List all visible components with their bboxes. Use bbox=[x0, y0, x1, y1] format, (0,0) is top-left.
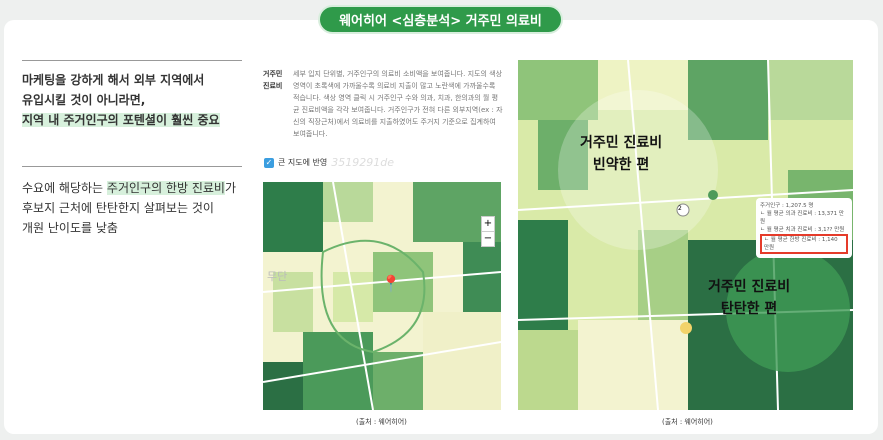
zoom-in-button[interactable]: + bbox=[482, 217, 494, 231]
text-line: 마케팅을 강하게 해서 외부 지역에서 bbox=[22, 73, 205, 87]
text: 수요에 해당하는 bbox=[22, 181, 107, 195]
zoom-out-button[interactable]: − bbox=[482, 231, 494, 246]
zoom-control: + − bbox=[481, 216, 495, 247]
text-line: 유입시킬 것이 아니라면, bbox=[22, 93, 146, 107]
description-label: 거주민 진료비 bbox=[263, 70, 283, 90]
page-title: 웨어히어 <심층분석> 거주민 의료비 bbox=[318, 5, 563, 34]
highlight-text: 주거인구의 한방 진료비 bbox=[106, 181, 225, 195]
highlight-text: 지역 내 주거인구의 포텐셜이 훨씬 중요 bbox=[22, 113, 220, 127]
checkbox-checked-icon[interactable]: ✓ bbox=[264, 157, 274, 168]
small-map-regions bbox=[263, 182, 501, 410]
checkbox-label: 큰 지도에 반영 bbox=[278, 158, 328, 167]
left-paragraph-2: 수요에 해당하는 주거인구의 한방 진료비가 후보지 근처에 탄탄한지 살펴보는… bbox=[22, 178, 236, 238]
weak-area-label: 거주민 진료비빈약한 편 bbox=[580, 132, 662, 176]
label-line: 빈약한 편 bbox=[592, 157, 650, 173]
label-line: 탄탄한 편 bbox=[720, 301, 778, 317]
strong-area-label: 거주민 진료비탄탄한 편 bbox=[708, 276, 790, 320]
text-line: 개원 난이도를 낮춤 bbox=[22, 221, 118, 235]
location-pin-icon[interactable]: 📍 bbox=[381, 274, 401, 293]
small-map[interactable]: + − 📍 무단 bbox=[263, 182, 501, 410]
map-place-label: 무단 bbox=[267, 270, 288, 283]
caption: (출처 : 웨어히어) bbox=[356, 418, 407, 426]
tooltip-line: 주거인구 : 1,207.5 명 bbox=[760, 203, 814, 209]
text-line: 후보지 근처에 탄탄한지 살펴보는 것이 bbox=[22, 201, 214, 215]
tooltip-line: ㄴ 월 평균 치과 진료비 : 3,1?? 만원 bbox=[760, 227, 845, 233]
description-text: 세부 입지 단위별, 거주인구의 의료비 소비액을 보여줍니다. 지도의 색상 … bbox=[293, 70, 503, 138]
caption: (출처 : 웨어히어) bbox=[662, 418, 713, 426]
tooltip-line: ㄴ 월 평균 의과 진료비 : 13,371 만원 bbox=[760, 211, 844, 225]
cluster-marker[interactable]: 2 bbox=[678, 205, 682, 212]
left-paragraph-1: 마케팅을 강하게 해서 외부 지역에서 유입시킬 것이 아니라면, 지역 내 주… bbox=[22, 70, 220, 130]
divider bbox=[22, 60, 242, 61]
tooltip-highlight-line: ㄴ 월 평균 한방 진료비 : 1,140 만원 bbox=[760, 234, 848, 254]
region-tooltip: 주거인구 : 1,207.5 명 ㄴ 월 평균 의과 진료비 : 13,371 … bbox=[756, 198, 852, 258]
label-line: 거주민 진료비 bbox=[580, 135, 663, 151]
reflect-checkbox[interactable]: ✓ 큰 지도에 반영 3519291de bbox=[264, 156, 394, 169]
description: 거주민 진료비 세부 입지 단위별, 거주인구의 의료비 소비액을 보여줍니다.… bbox=[263, 68, 503, 140]
label-line: 거주민 진료비 bbox=[708, 279, 791, 295]
divider bbox=[22, 166, 242, 167]
text: 가 bbox=[224, 181, 236, 195]
watermark: 3519291de bbox=[331, 156, 394, 169]
